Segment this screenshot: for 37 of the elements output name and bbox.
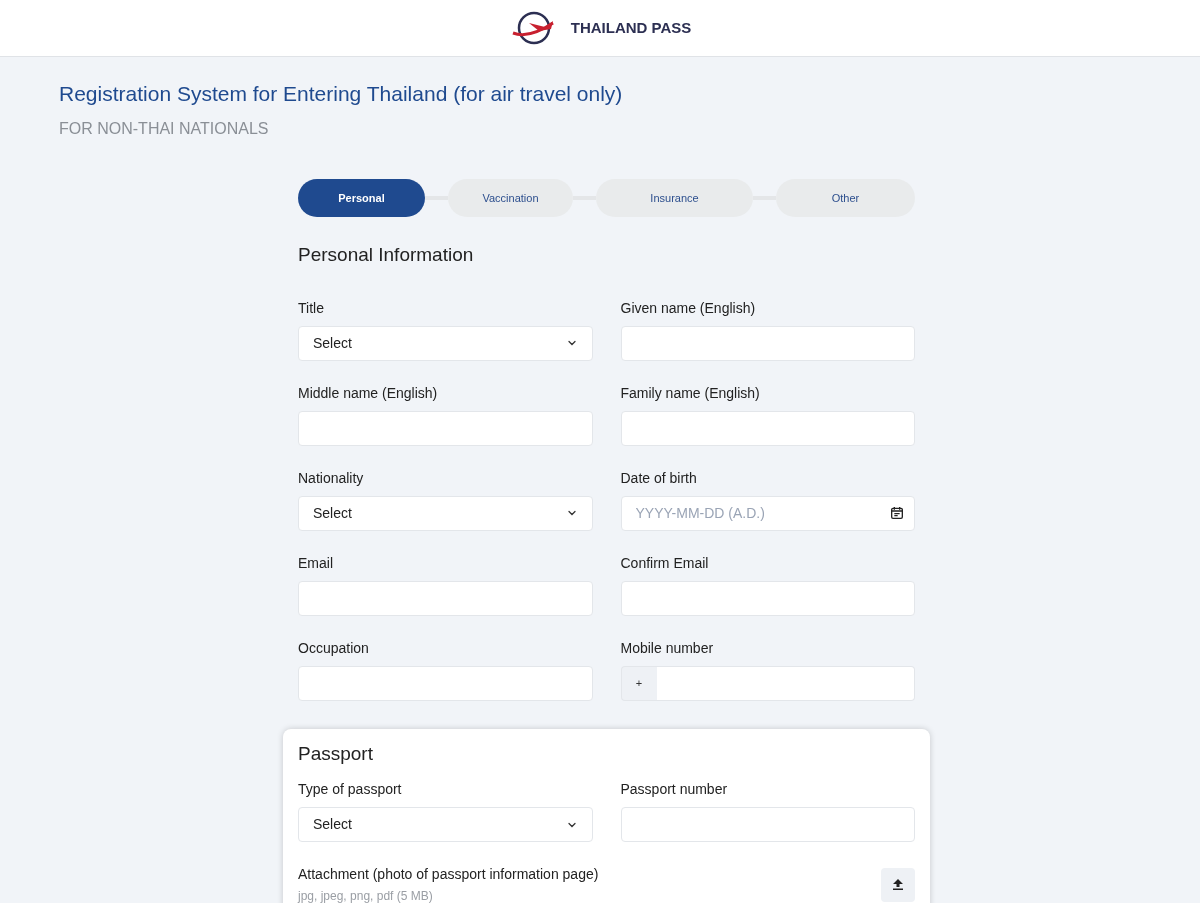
field-label: Title (298, 299, 325, 317)
field-label: Mobile number (620, 639, 715, 657)
field-label: Type of passport (298, 781, 403, 798)
card-heading: Passport (298, 741, 374, 766)
field-label: Family name (English) (620, 384, 761, 402)
input-field[interactable] (620, 580, 915, 616)
step-tab[interactable]: Other (776, 179, 915, 217)
input-field[interactable] (298, 410, 593, 446)
field-label: Middle name (English) (298, 384, 439, 402)
field-label: Passport number (620, 781, 729, 798)
calendar-icon[interactable] (889, 504, 905, 521)
step-tab[interactable]: Vaccination (448, 179, 573, 217)
field-label: Email (298, 554, 334, 572)
field-label: Given name (English) (620, 299, 757, 317)
select-field[interactable]: Select (298, 807, 593, 842)
select-field[interactable]: Select (298, 325, 593, 361)
upload-button[interactable] (881, 867, 915, 902)
page-subtitle: FOR NON-THAI NATIONALS (59, 119, 270, 139)
page-title: Registration System for Entering Thailand (for air travel only) (59, 81, 624, 107)
select-field[interactable]: Select (298, 495, 593, 531)
field-label: Occupation (298, 639, 370, 657)
input-field[interactable] (298, 665, 593, 701)
field-label: Date of birth (620, 469, 698, 487)
date-field[interactable]: YYYY-MM-DD (A.D.) (620, 495, 915, 531)
attachment-label: Attachment (photo of passport information page) (298, 865, 599, 884)
section-heading: Personal Information (298, 243, 475, 267)
step-tab[interactable]: Personal (298, 179, 425, 217)
input-field[interactable] (620, 410, 915, 446)
field-label: Confirm Email (620, 554, 710, 572)
brand-name: THAILAND PASS (570, 17, 692, 38)
attachment-hint: jpg, jpeg, png, pdf (5 MB) (298, 888, 434, 903)
upload-icon (893, 879, 903, 890)
input-field[interactable] (620, 807, 915, 842)
input-field[interactable] (620, 325, 915, 361)
field-label: Nationality (298, 469, 365, 487)
step-tab[interactable]: Insurance (596, 179, 753, 217)
input-field[interactable] (298, 580, 593, 616)
